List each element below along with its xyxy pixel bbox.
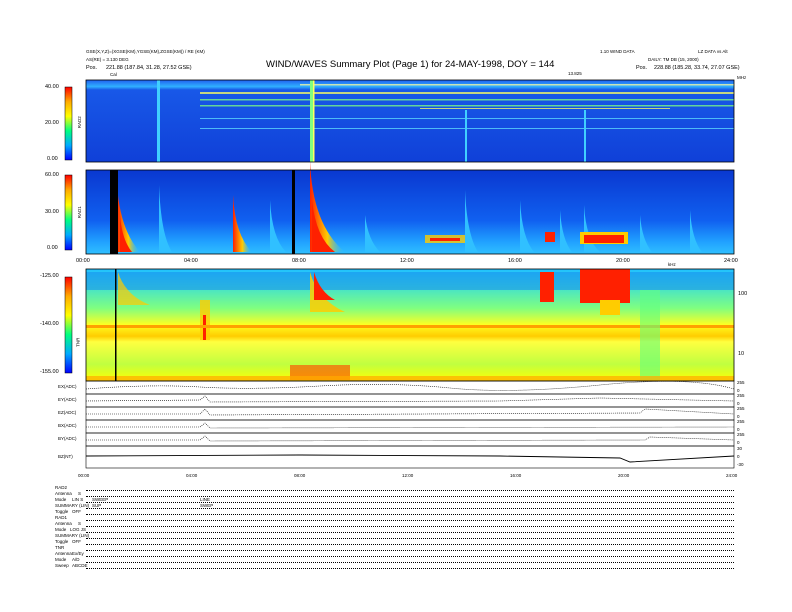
wave-label-ez: EZ(ADC): [58, 410, 77, 415]
wave-ex-rtick-hi: 255: [737, 380, 745, 385]
rad2-ylabel: RAD2: [76, 116, 82, 129]
wave-label-bz: BZ(NT): [58, 454, 73, 459]
footer-label-13: Sweep: [55, 563, 69, 568]
rad1-xtick-1: 04:00: [184, 258, 198, 264]
footer-label-8: SUMMARY (LIN): [55, 533, 90, 538]
footer-value-4: OFF: [72, 509, 81, 514]
footer-value-7: LOG JS: [70, 527, 87, 532]
tnr-right-tick-10: 10: [738, 351, 745, 357]
rad2-right-top-label: 13.825: [568, 71, 582, 76]
rad2-right-tick: MHz: [737, 75, 747, 80]
wave-ez-rtick-hi: 255: [737, 406, 745, 411]
rad2-cbar-tick-top: 40.00: [45, 84, 59, 90]
wave-xtick-3: 12:00: [402, 473, 414, 478]
rad1-xtick-4: 16:00: [508, 258, 522, 264]
wave-xtick-1: 04:00: [186, 473, 198, 478]
rad1-ylabel: RAD1: [76, 206, 82, 219]
rad1-xtick-2: 08:00: [292, 258, 306, 264]
footer-label-0: RAD2: [55, 485, 68, 490]
rad2-cbar-tick-mid: 20.00: [45, 120, 59, 126]
footer-label-12: Mode: [55, 557, 67, 562]
tnr-right-label: kHz: [668, 262, 676, 267]
wave-ey-rtick-hi: 255: [737, 393, 745, 398]
rad1-xtick-5: 20:00: [616, 258, 630, 264]
tnr-cbar-tick-top: -125.00: [40, 273, 59, 279]
rad2-cbar-tick-bot: 0.00: [47, 156, 58, 162]
wave-xtick-6: 24:00: [726, 473, 738, 478]
rad2-colorbar: [64, 86, 73, 161]
tnr-cbar-tick-mid: -140.00: [40, 321, 59, 327]
rad1-cbar-tick-mid: 30.00: [45, 209, 59, 215]
wave-by-rtick-lo: 0: [737, 440, 740, 445]
footer-label-2: Mode: [55, 497, 67, 502]
wave-xtick-4: 16:00: [510, 473, 522, 478]
footer-value-2: LIN S: [72, 497, 84, 502]
wave-bz-rtick-hi: 30: [737, 446, 743, 451]
footer-label-4: Toggle: [55, 509, 69, 514]
wave-label-ey: EY(ADC): [58, 397, 77, 402]
footer-label-1: Antenna: [55, 491, 72, 496]
wave-label-ex: EX(ADC): [58, 384, 77, 389]
rad1-xtick-6: 24:00: [724, 258, 738, 264]
wave-bz-rtick-lo: -30: [737, 462, 744, 467]
footer-value-12: A/D: [72, 557, 80, 562]
footer-value-11: Ex/Ey: [72, 551, 84, 556]
footer-label-9: Toggle: [55, 539, 69, 544]
rad1-xtick-0: 00:00: [76, 258, 90, 264]
footer-label-11: Antenna: [55, 551, 72, 556]
rad1-cbar-tick-bot: 0.00: [47, 245, 58, 251]
wave-xtick-0: 00:00: [78, 473, 90, 478]
rad1-xtick-3: 12:00: [400, 258, 414, 264]
wave-by-rtick-hi: 255: [737, 432, 745, 437]
footer-label-3: SUMMARY (LIN): [55, 503, 90, 508]
tnr-ylabel: TNR: [75, 337, 81, 347]
tnr-cbar-tick-bot: -155.00: [40, 369, 59, 375]
wave-xtick-2: 08:00: [294, 473, 306, 478]
footer-label-6: Antenna: [55, 521, 72, 526]
footer-value-6: S: [78, 521, 82, 526]
tnr-right-tick-100: 100: [738, 291, 748, 297]
footer-label-10: TNR: [55, 545, 65, 550]
rad1-cbar-tick-top: 60.00: [45, 172, 59, 178]
footer-value-9: OFF: [72, 539, 81, 544]
wave-xtick-5: 20:00: [618, 473, 630, 478]
footer-value-1: S: [78, 491, 82, 496]
wave-label-bx: BX(ADC): [58, 423, 77, 428]
rad1-colorbar: [64, 174, 73, 251]
waveform-channels: [85, 380, 735, 469]
wave-bx-rtick-hi: 255: [737, 419, 745, 424]
footer-label-7: Mode: [55, 527, 67, 532]
tnr-colorbar: [64, 276, 73, 374]
footer-label-5: RAD1: [55, 515, 68, 520]
wave-bz-rtick-mid: 0: [737, 454, 740, 459]
rad1-spectrogram: [86, 170, 734, 254]
wave-label-by: BY(ADC): [58, 436, 77, 441]
